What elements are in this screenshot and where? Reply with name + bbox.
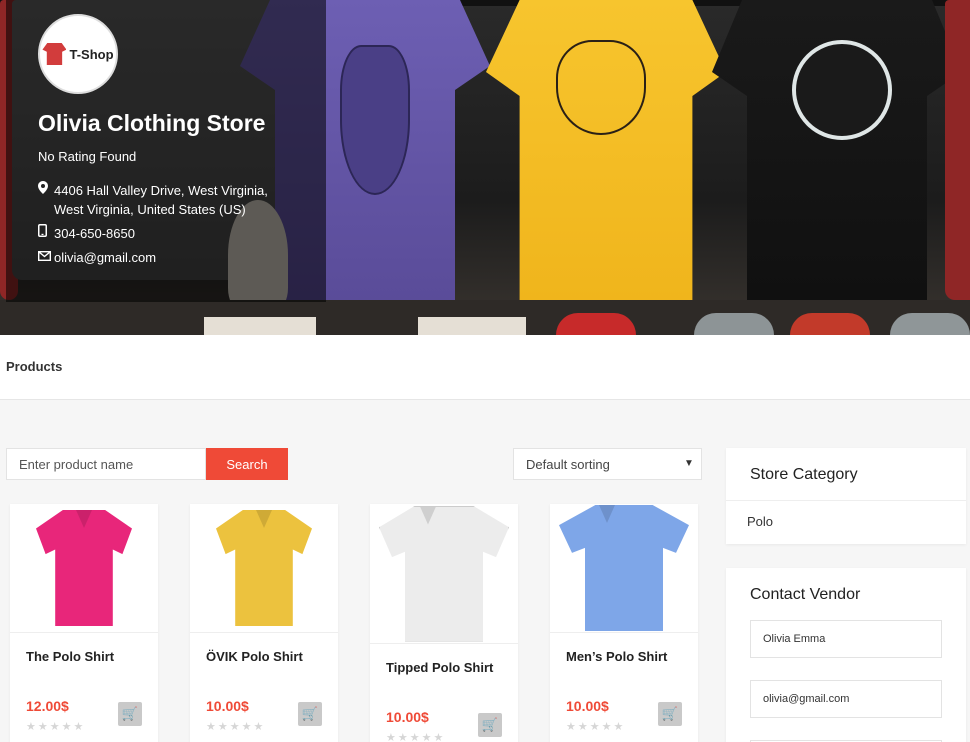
banner-box [204,317,316,335]
product-image[interactable] [10,504,158,633]
store-email: olivia@gmail.com [37,248,156,267]
product-image[interactable] [550,504,698,633]
polo-shirt-image [216,510,312,626]
product-price: 10.00$ [566,698,609,714]
store-category-title: Store Category [726,448,966,501]
tab-products[interactable]: Products [6,359,62,374]
sort-select[interactable]: Default sorting [513,448,702,480]
product-image[interactable] [190,504,338,633]
store-phone: 304-650-8650 [38,224,135,243]
banner-shirt-print [340,45,410,195]
contact-email-field[interactable] [750,680,942,718]
star-icon: ★★★★★ [566,721,626,733]
product-price: 10.00$ [206,698,249,714]
store-tabs: Products [0,335,970,400]
banner-hat [556,313,636,335]
banner-box [418,317,526,335]
contact-vendor-title: Contact Vendor [750,586,861,603]
product-title[interactable]: Tipped Polo Shirt [386,660,493,675]
product-search-input[interactable] [6,448,206,480]
envelope-icon [37,248,54,267]
product-card[interactable]: ÖVIK Polo Shirt 10.00$ ★★★★★ 🛒 [190,504,338,742]
search-button[interactable]: Search [206,448,288,480]
cart-icon[interactable]: 🛒 [478,713,502,737]
banner-shirt-print [556,40,646,135]
banner-hat [790,313,870,335]
store-rating: No Rating Found [38,149,137,164]
map-marker-icon [38,181,54,219]
store-logo: T-Shop [38,14,118,94]
product-price: 12.00$ [26,698,69,714]
cart-icon[interactable]: 🛒 [118,702,142,726]
banner-shirt-print [792,40,892,140]
product-title[interactable]: Men’s Polo Shirt [566,649,667,664]
tshirt-icon [42,43,67,65]
store-address: 4406 Hall Valley Drive, West Virginia, W… [38,181,288,219]
store-logo-text: T-Shop [69,46,114,62]
store-email-text[interactable]: olivia@gmail.com [54,248,156,267]
banner-hat [890,313,970,335]
store-name: Olivia Clothing Store [38,110,266,136]
star-icon: ★★★★★ [26,721,86,733]
banner-shirt [945,0,970,300]
product-card[interactable]: Men’s Polo Shirt 10.00$ ★★★★★ 🛒 [550,504,698,742]
banner-shelf [0,300,970,335]
store-banner: T-Shop Olivia Clothing Store No Rating F… [0,0,970,335]
star-icon: ★★★★★ [206,721,266,733]
banner-hat [694,313,774,335]
cart-icon[interactable]: 🛒 [298,702,322,726]
product-title[interactable]: ÖVIK Polo Shirt [206,649,303,664]
product-title[interactable]: The Polo Shirt [26,649,114,664]
contact-name-field[interactable] [750,620,942,658]
product-card[interactable]: Tipped Polo Shirt 10.00$ ★★★★★ 🛒 [370,504,518,742]
mobile-phone-icon [38,224,54,243]
polo-shirt-image [559,505,689,631]
product-price: 10.00$ [386,709,429,725]
store-phone-text: 304-650-8650 [54,226,135,241]
cart-icon[interactable]: 🛒 [658,702,682,726]
polo-shirt-image [36,510,132,626]
product-card[interactable]: The Polo Shirt 12.00$ ★★★★★ 🛒 [10,504,158,742]
polo-shirt-image [379,505,509,642]
category-item-polo[interactable]: Polo [747,514,773,529]
star-icon: ★★★★★ [386,732,446,742]
store-address-text: 4406 Hall Valley Drive, West Virginia, W… [54,183,268,217]
store-category-widget: Store Category Polo [726,448,966,544]
contact-vendor-widget: Contact Vendor [726,568,966,742]
product-image[interactable] [370,504,518,644]
